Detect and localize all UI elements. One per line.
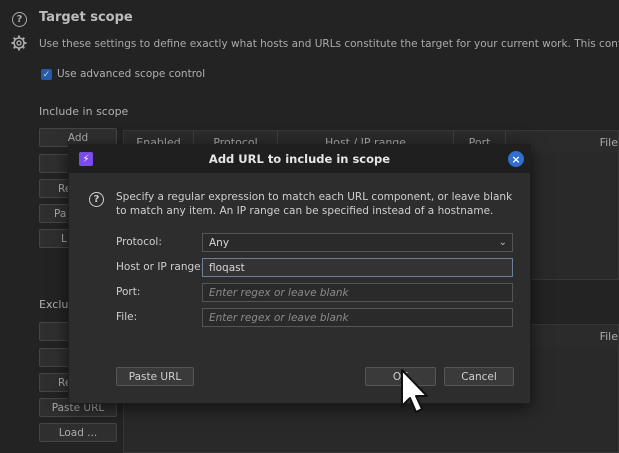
protocol-label: Protocol:	[116, 236, 162, 248]
paste-url-button[interactable]: Paste URL	[116, 367, 194, 386]
host-input[interactable]: floqast	[202, 258, 513, 277]
info-question-icon: ?	[89, 192, 104, 207]
host-value: floqast	[209, 261, 245, 274]
protocol-select[interactable]: Any ⌄	[202, 233, 513, 252]
chevron-down-icon: ⌄	[498, 237, 507, 248]
file-placeholder: Enter regex or leave blank	[209, 311, 349, 324]
cancel-button[interactable]: Cancel	[444, 367, 514, 386]
file-input[interactable]: Enter regex or leave blank	[202, 308, 513, 327]
app-logo-icon: ⚡	[79, 152, 93, 166]
port-label: Port:	[116, 286, 141, 298]
host-label: Host or IP range:	[116, 261, 205, 273]
close-icon[interactable]: ×	[508, 151, 524, 167]
mouse-cursor-icon	[399, 368, 429, 419]
file-label: File:	[116, 311, 138, 323]
add-url-dialog: Add URL to include in scope ⚡ × ? Specif…	[68, 144, 531, 404]
port-input[interactable]: Enter regex or leave blank	[202, 283, 513, 302]
dialog-help-text: Specify a regular expression to match ea…	[116, 191, 513, 217]
protocol-value: Any	[209, 236, 230, 249]
dialog-title: Add URL to include in scope	[69, 145, 530, 173]
port-placeholder: Enter regex or leave blank	[209, 286, 349, 299]
